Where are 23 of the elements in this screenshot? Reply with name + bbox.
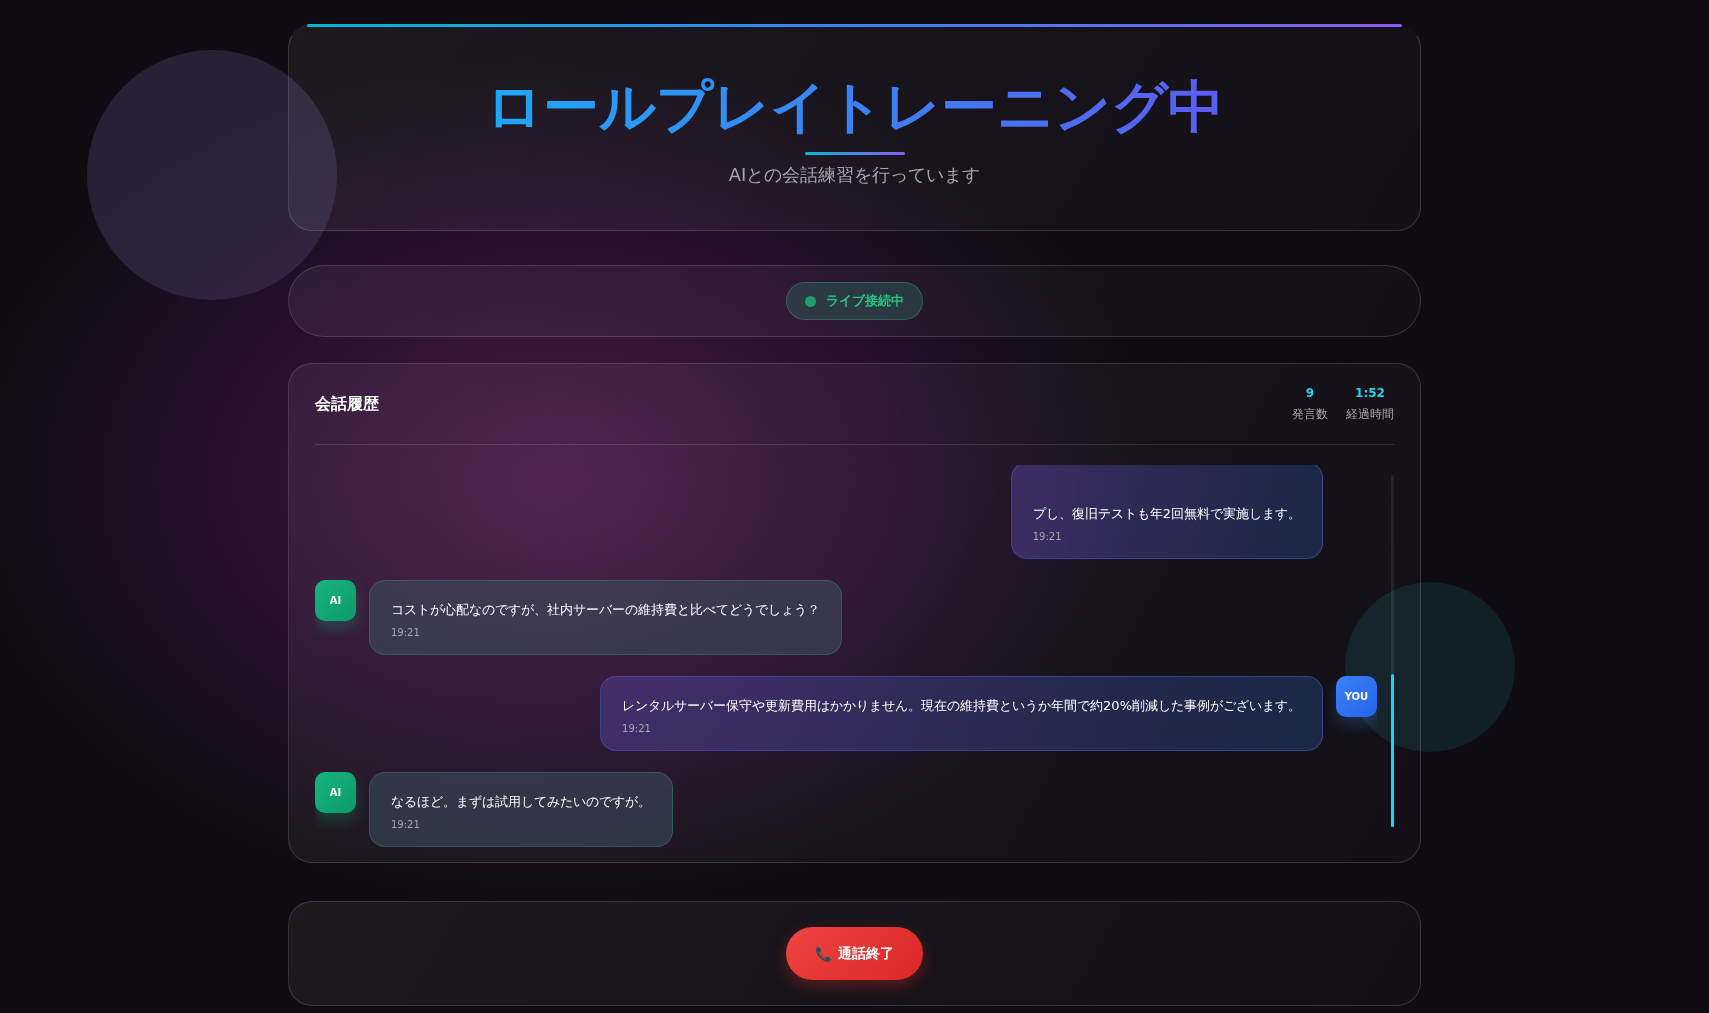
stat-value: 9 xyxy=(1305,385,1315,400)
scroll-thumb[interactable] xyxy=(1391,674,1394,827)
chat-title: 会話履歴 xyxy=(315,393,379,415)
message-time: 19:21 xyxy=(622,722,652,734)
stat-value: 1:52 xyxy=(1355,385,1385,400)
page-subtitle: AIとの会話練習を行っています xyxy=(728,163,981,188)
status-label: ライブ接続中 xyxy=(826,292,904,310)
message-text: レンタルサーバー保守や更新費用はかかりません。現在の維持費というか年間で約20%削減した事例がございます。 xyxy=(622,696,1301,715)
stat-label: 経過時間 xyxy=(1346,405,1394,423)
avatar-icon: YOU xyxy=(1336,675,1377,717)
message-text: プし、復旧テストも年2回無料で実施します。 xyxy=(1032,504,1301,523)
stat-label: 発言数 xyxy=(1292,405,1328,423)
phone-icon: 📞 xyxy=(815,945,832,962)
status-dot-icon xyxy=(805,295,816,307)
message-time: 19:21 xyxy=(1032,530,1063,542)
end-call-button[interactable]: 📞 通話終了 xyxy=(786,927,923,980)
message-text: なるほど。まずは試用してみたいのですが。 xyxy=(391,792,651,811)
avatar-icon: AI xyxy=(315,771,356,813)
message-text: コストが心配なのですが、社内サーバーの維持費と比べてどうでしょう？ xyxy=(391,600,820,619)
message-time: 19:21 xyxy=(391,819,421,830)
scrollbar[interactable] xyxy=(1391,475,1394,827)
message-time: 19:21 xyxy=(391,626,421,638)
avatar-icon: AI xyxy=(315,579,356,621)
